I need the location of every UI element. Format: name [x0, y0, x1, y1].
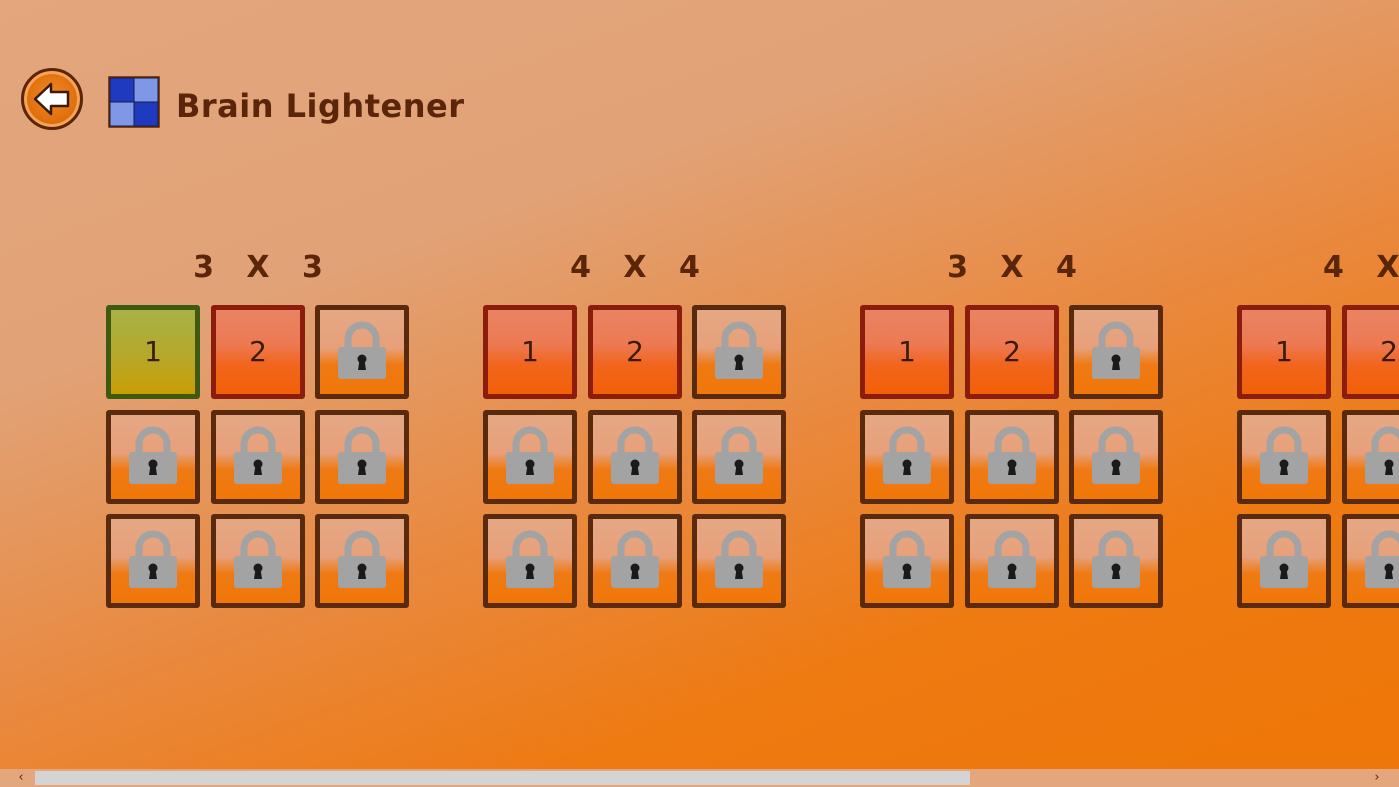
lock-icon: [711, 530, 767, 592]
arrow-left-icon: [33, 82, 70, 116]
level-tile[interactable]: 2: [211, 305, 305, 399]
level-group-title: 4 X: [1323, 250, 1399, 285]
lock-icon: [230, 426, 286, 488]
locked-level-tile: [1237, 410, 1331, 504]
lock-icon: [711, 426, 767, 488]
lock-icon: [879, 426, 935, 488]
locked-level-tile: [315, 514, 409, 608]
level-number: 2: [1380, 335, 1398, 368]
locked-level-tile: [860, 410, 954, 504]
level-tile[interactable]: 2: [965, 305, 1059, 399]
level-number: 2: [249, 335, 267, 368]
locked-level-tile: [1069, 305, 1163, 399]
level-number: 1: [1275, 335, 1293, 368]
lock-icon: [502, 426, 558, 488]
lock-icon: [1256, 530, 1312, 592]
locked-level-tile: [106, 410, 200, 504]
scroll-right-button[interactable]: ›: [1362, 769, 1392, 787]
scroll-left-button[interactable]: ‹: [6, 769, 36, 787]
lock-icon: [1361, 426, 1399, 488]
level-number: 2: [626, 335, 644, 368]
header: Brain Lightener: [0, 0, 1399, 200]
lock-icon: [984, 426, 1040, 488]
lock-icon: [984, 530, 1040, 592]
locked-level-tile: [211, 410, 305, 504]
level-groups: 3 X 3 1 2 4 X 4 1 2 3 X 4 1 2 4 X 1 2: [0, 240, 1399, 620]
locked-level-tile: [483, 514, 577, 608]
lock-icon: [1088, 426, 1144, 488]
locked-level-tile: [692, 410, 786, 504]
scrollbar-thumb[interactable]: [35, 771, 970, 785]
level-number: 1: [521, 335, 539, 368]
lock-icon: [334, 426, 390, 488]
completed-level-tile[interactable]: 1: [106, 305, 200, 399]
lock-icon: [230, 530, 286, 592]
locked-level-tile: [1069, 514, 1163, 608]
level-tile[interactable]: 2: [588, 305, 682, 399]
locked-level-tile: [588, 514, 682, 608]
locked-level-tile: [106, 514, 200, 608]
locked-level-tile: [860, 514, 954, 608]
lock-icon: [1256, 426, 1312, 488]
locked-level-tile: [965, 514, 1059, 608]
locked-level-tile: [1237, 514, 1331, 608]
lock-icon: [879, 530, 935, 592]
lock-icon: [1361, 530, 1399, 592]
checker-grid-logo-icon: [108, 76, 160, 128]
level-tile[interactable]: 1: [860, 305, 954, 399]
level-group-title: 3 X 4: [947, 250, 1077, 285]
lock-icon: [607, 426, 663, 488]
lock-icon: [125, 530, 181, 592]
lock-icon: [334, 321, 390, 383]
locked-level-tile: [692, 514, 786, 608]
app-title: Brain Lightener: [176, 87, 465, 125]
locked-level-tile: [483, 410, 577, 504]
lock-icon: [1088, 321, 1144, 383]
level-tile[interactable]: 1: [483, 305, 577, 399]
lock-icon: [502, 530, 558, 592]
level-number: 2: [1003, 335, 1021, 368]
lock-icon: [334, 530, 390, 592]
locked-level-tile: [1069, 410, 1163, 504]
lock-icon: [125, 426, 181, 488]
lock-icon: [607, 530, 663, 592]
level-group-title: 3 X 3: [193, 250, 323, 285]
locked-level-tile: [1342, 514, 1399, 608]
locked-level-tile: [588, 410, 682, 504]
locked-level-tile: [211, 514, 305, 608]
horizontal-scrollbar[interactable]: ‹ ›: [0, 769, 1399, 787]
locked-level-tile: [315, 305, 409, 399]
lock-icon: [711, 321, 767, 383]
back-button[interactable]: [21, 68, 83, 130]
level-tile[interactable]: 2: [1342, 305, 1399, 399]
locked-level-tile: [315, 410, 409, 504]
level-group-title: 4 X 4: [570, 250, 700, 285]
level-number: 1: [144, 335, 162, 368]
locked-level-tile: [692, 305, 786, 399]
lock-icon: [1088, 530, 1144, 592]
locked-level-tile: [965, 410, 1059, 504]
level-number: 1: [898, 335, 916, 368]
level-tile[interactable]: 1: [1237, 305, 1331, 399]
locked-level-tile: [1342, 410, 1399, 504]
